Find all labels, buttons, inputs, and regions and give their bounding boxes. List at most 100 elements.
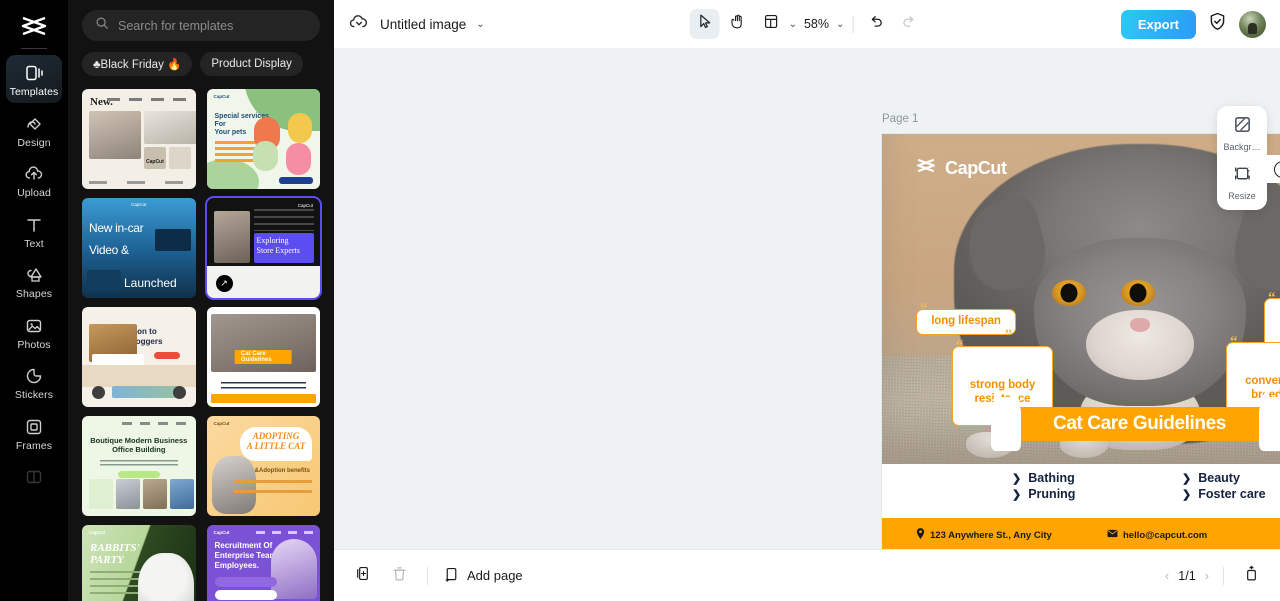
cloud-save-icon[interactable] bbox=[348, 11, 370, 38]
bottom-divider bbox=[1223, 566, 1224, 585]
sidebar-item-text[interactable]: Text bbox=[6, 207, 62, 255]
url-pill[interactable]: www.capcut.com bbox=[1273, 160, 1280, 178]
sidebar-item-templates[interactable]: Templates bbox=[6, 55, 62, 103]
cat-silhouette-right-icon bbox=[1258, 390, 1280, 451]
search-icon bbox=[95, 16, 109, 35]
list-item[interactable]: ❯ Beauty bbox=[1182, 470, 1266, 486]
callout-bubble[interactable]: “ long lifespan ” bbox=[916, 302, 1016, 342]
capcut-logo-icon[interactable] bbox=[11, 6, 57, 46]
template-preview-rabbits: CapCut RABBITS' PARTY bbox=[82, 525, 196, 601]
capcut-editor: Templates Design Upload Text Shapes Phot… bbox=[0, 0, 1280, 601]
prev-page-button[interactable]: ‹ bbox=[1165, 568, 1169, 583]
more-panels-icon bbox=[23, 466, 45, 488]
expand-panel-icon bbox=[1243, 565, 1260, 587]
template-preview-recruitment: CapCut Recruitment Of Enterprise Team Em… bbox=[206, 525, 320, 601]
template-preview-tourism: Introduction to Tourism Bloggers Places … bbox=[82, 307, 196, 407]
shield-check-icon[interactable] bbox=[1207, 11, 1228, 37]
next-page-button[interactable]: › bbox=[1205, 568, 1209, 583]
add-page-button[interactable]: Add page bbox=[443, 566, 523, 586]
hand-tool[interactable] bbox=[723, 9, 753, 39]
sidebar-item-stickers[interactable]: Stickers bbox=[6, 358, 62, 406]
search-placeholder: Search for templates bbox=[118, 18, 234, 33]
zoom-chevron-down-icon[interactable]: ⌄ bbox=[836, 19, 844, 30]
list-item[interactable]: ❯ Foster care bbox=[1182, 486, 1266, 502]
layout-chevron-down-icon[interactable]: ⌄ bbox=[789, 19, 797, 30]
chip-product-display[interactable]: Product Display bbox=[200, 52, 303, 76]
design-brand[interactable]: CapCut bbox=[915, 157, 1007, 179]
rail-divider bbox=[21, 48, 47, 49]
list-item-label: Foster care bbox=[1198, 487, 1266, 501]
cat-silhouette-left-icon bbox=[990, 390, 1021, 451]
feature-list-right: ❯ Beauty ❯ Foster care bbox=[1182, 470, 1266, 502]
list-item[interactable]: ❯ Pruning bbox=[1012, 486, 1075, 502]
template-card[interactable]: Cat Care Guidelines bbox=[206, 307, 320, 407]
background-button[interactable]: Backgr… bbox=[1217, 115, 1267, 152]
chevron-right-icon: ❯ bbox=[1012, 472, 1022, 485]
hand-icon bbox=[729, 13, 746, 35]
template-preview-new: New. CapCut bbox=[82, 89, 196, 189]
export-button[interactable]: Export bbox=[1120, 9, 1196, 39]
template-preview-boutique: Boutique Modern Business Office Building bbox=[82, 416, 196, 516]
undo-button[interactable] bbox=[861, 9, 891, 39]
sidebar-item-more[interactable] bbox=[6, 459, 62, 493]
search-input[interactable]: Search for templates bbox=[82, 10, 320, 41]
contact-text: hello@capcut.com bbox=[1123, 529, 1208, 541]
template-card[interactable]: CapCut New in-car Video & Launched bbox=[82, 198, 196, 298]
template-card[interactable]: CapCut ADOPTING A LITTLE CAT &Adoption b… bbox=[206, 416, 320, 516]
duplicate-page-button[interactable] bbox=[350, 563, 376, 589]
chevron-right-icon: ❯ bbox=[1182, 472, 1192, 485]
expand-panel-button[interactable] bbox=[1238, 563, 1264, 589]
sidebar-item-shapes[interactable]: Shapes bbox=[6, 257, 62, 305]
quote-open-icon: “ bbox=[920, 301, 928, 317]
envelope-icon bbox=[1107, 529, 1118, 541]
top-toolbar: Untitled image ⌄ ⌄ 58% ⌄ Export bbox=[334, 0, 1280, 48]
template-card-selected[interactable]: CapCut Exploring Store Experts ↗ bbox=[204, 196, 322, 300]
template-card[interactable]: Introduction to Tourism Bloggers Places … bbox=[82, 307, 196, 407]
page-navigation: ‹ 1/1 › bbox=[1165, 563, 1264, 589]
canvas-area[interactable]: Page 1 CapCut “ long lifespan ” “ “ stro… bbox=[334, 48, 1280, 549]
quote-open-icon: “ bbox=[956, 338, 964, 354]
main-area: Untitled image ⌄ ⌄ 58% ⌄ Export Page 1 C… bbox=[334, 0, 1280, 601]
chip-black-friday[interactable]: ♣Black Friday 🔥 bbox=[82, 52, 193, 76]
brand-text: CapCut bbox=[945, 157, 1007, 178]
capcut-logo-icon bbox=[915, 157, 937, 179]
chevron-right-icon: ❯ bbox=[1182, 488, 1192, 501]
chevron-right-icon: ❯ bbox=[1012, 488, 1022, 501]
template-card[interactable]: CapCut RABBITS' PARTY bbox=[82, 525, 196, 601]
template-card[interactable]: New. CapCut bbox=[82, 89, 196, 189]
redo-button[interactable] bbox=[894, 9, 924, 39]
feature-list-left: ❯ Bathing ❯ Pruning bbox=[1012, 470, 1075, 502]
sidebar-item-upload[interactable]: Upload bbox=[6, 156, 62, 204]
feature-list-section: ❯ Bathing ❯ Pruning ❯ Beauty ❯ Foster ca… bbox=[882, 464, 1280, 518]
sidebar-item-label: Upload bbox=[17, 187, 51, 199]
design-title-band[interactable]: Cat Care Guidelines bbox=[990, 390, 1280, 451]
list-item[interactable]: ❯ Bathing bbox=[1012, 470, 1075, 486]
text-icon bbox=[23, 214, 45, 236]
delete-page-icon bbox=[391, 565, 408, 587]
template-card[interactable]: Boutique Modern Business Office Building bbox=[82, 416, 196, 516]
layout-tool[interactable] bbox=[756, 9, 786, 39]
chevron-down-icon[interactable]: ⌄ bbox=[476, 19, 484, 30]
location-pin-icon bbox=[916, 528, 925, 542]
contact-bar[interactable]: 123 Anywhere St., Any City hello@capcut.… bbox=[882, 518, 1280, 549]
page-indicator: 1/1 bbox=[1178, 568, 1196, 583]
background-label: Backgr… bbox=[1223, 142, 1261, 152]
template-grid: New. CapCut CapCut Special services For … bbox=[68, 76, 334, 601]
frames-icon bbox=[23, 416, 45, 438]
page-label: Page 1 bbox=[882, 113, 919, 125]
select-tool[interactable] bbox=[689, 9, 720, 39]
stickers-icon bbox=[23, 365, 45, 387]
toolbar-center: ⌄ 58% ⌄ bbox=[689, 9, 925, 39]
delete-page-button[interactable] bbox=[386, 563, 412, 589]
template-card[interactable]: CapCut Recruitment Of Enterprise Team Em… bbox=[206, 525, 320, 601]
sidebar-item-frames[interactable]: Frames bbox=[6, 409, 62, 457]
avatar[interactable] bbox=[1239, 10, 1266, 38]
zoom-level[interactable]: 58% bbox=[800, 17, 833, 31]
sidebar-item-photos[interactable]: Photos bbox=[6, 308, 62, 356]
toolbar-right: Export bbox=[1120, 9, 1266, 39]
template-card[interactable]: CapCut Special services For Your pets bbox=[206, 89, 320, 189]
templates-panel: Search for templates ♣Black Friday 🔥 Pro… bbox=[68, 0, 334, 601]
photos-icon bbox=[23, 315, 45, 337]
document-title[interactable]: Untitled image bbox=[380, 17, 466, 32]
sidebar-item-design[interactable]: Design bbox=[6, 106, 62, 154]
